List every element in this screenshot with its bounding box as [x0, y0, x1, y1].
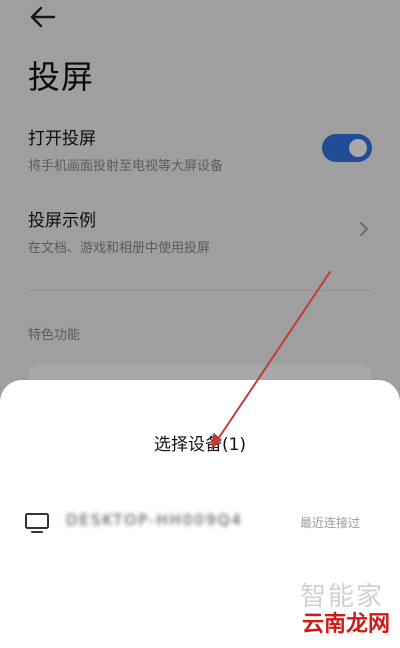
monitor-icon	[24, 512, 50, 534]
watermark: 智能家 云南龙网	[284, 576, 392, 640]
watermark-bottom: 云南龙网	[301, 612, 390, 637]
device-list-item[interactable]: DESKTOP-HH009Q4 最近连接过	[24, 504, 360, 540]
device-status: 最近连接过	[299, 516, 360, 530]
device-name: DESKTOP-HH009Q4	[66, 511, 243, 529]
screen: 投屏 打开投屏 将手机画面投射至电视等大屏设备 投屏示例 在文档、游戏和相册中使…	[0, 0, 400, 648]
sheet-title: 选择设备(1)	[153, 435, 247, 455]
